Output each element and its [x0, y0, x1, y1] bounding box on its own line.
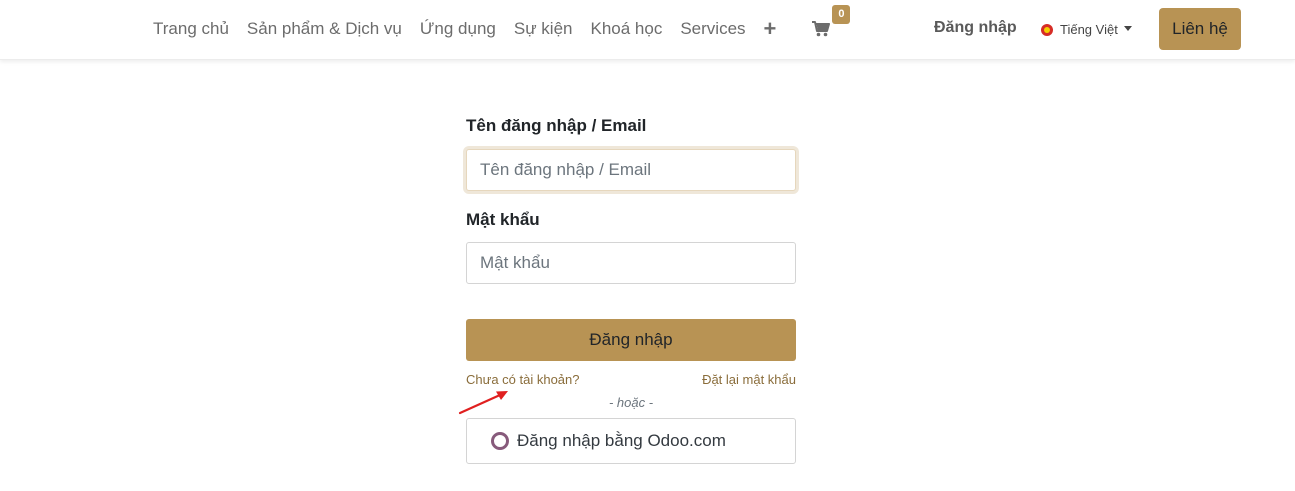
odoo-icon [491, 432, 509, 450]
nav-item-events[interactable]: Sự kiện [514, 19, 573, 39]
auth-links: Chưa có tài khoản? Đặt lại mật khẩu [466, 372, 796, 387]
contact-button[interactable]: Liên hệ [1159, 8, 1241, 50]
login-submit-button[interactable]: Đăng nhập [466, 319, 796, 361]
or-divider: - hoặc - [608, 395, 654, 410]
login-link[interactable]: Đăng nhập [934, 19, 1017, 37]
nav-item-home[interactable]: Trang chủ [153, 19, 229, 39]
cart-button[interactable]: 0 [812, 5, 851, 37]
caret-down-icon [1123, 26, 1132, 31]
signup-link[interactable]: Chưa có tài khoản? [466, 372, 580, 387]
language-selector[interactable]: Tiếng Việt [1041, 22, 1132, 37]
site-header: Trang chủ Sản phẩm & Dịch vụ Ứng dụng Sự… [0, 0, 1295, 60]
reset-password-link[interactable]: Đặt lại mật khẩu [702, 372, 796, 387]
annotation-arrow-icon [458, 391, 508, 415]
odoo-login-label: Đăng nhập bằng Odoo.com [517, 431, 726, 450]
odoo-login-button[interactable]: Đăng nhập bằng Odoo.com [466, 418, 796, 464]
nav-item-products-services[interactable]: Sản phẩm & Dịch vụ [247, 19, 402, 39]
username-label: Tên đăng nhập / Email [466, 116, 647, 135]
language-label: Tiếng Việt [1060, 22, 1118, 37]
login-form: Tên đăng nhập / Email Mật khẩu Đăng nhập… [466, 116, 796, 464]
nav-item-apps[interactable]: Ứng dụng [420, 19, 496, 39]
nav-item-courses[interactable]: Khoá học [591, 19, 663, 39]
main-nav: Trang chủ Sản phẩm & Dịch vụ Ứng dụng Sự… [153, 0, 851, 58]
plus-icon[interactable]: + [764, 18, 777, 40]
cart-icon [812, 21, 831, 37]
cart-count-badge: 0 [832, 5, 851, 24]
nav-item-services[interactable]: Services [680, 19, 745, 39]
password-label: Mật khẩu [466, 210, 540, 229]
password-input[interactable] [466, 242, 796, 284]
username-input[interactable] [466, 149, 796, 191]
vietnam-flag-icon [1041, 23, 1053, 36]
